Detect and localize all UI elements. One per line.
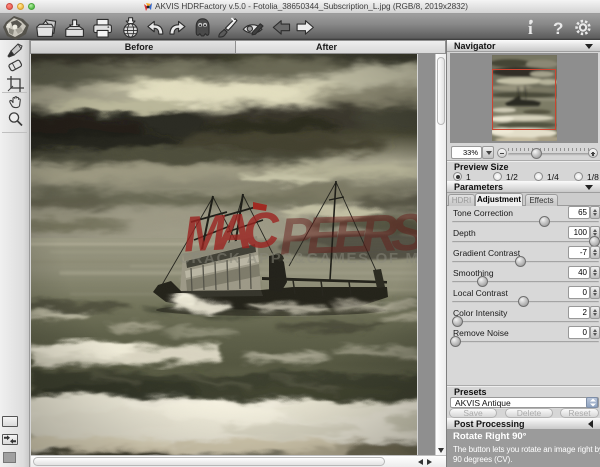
svg-text:?: ? xyxy=(553,19,563,38)
